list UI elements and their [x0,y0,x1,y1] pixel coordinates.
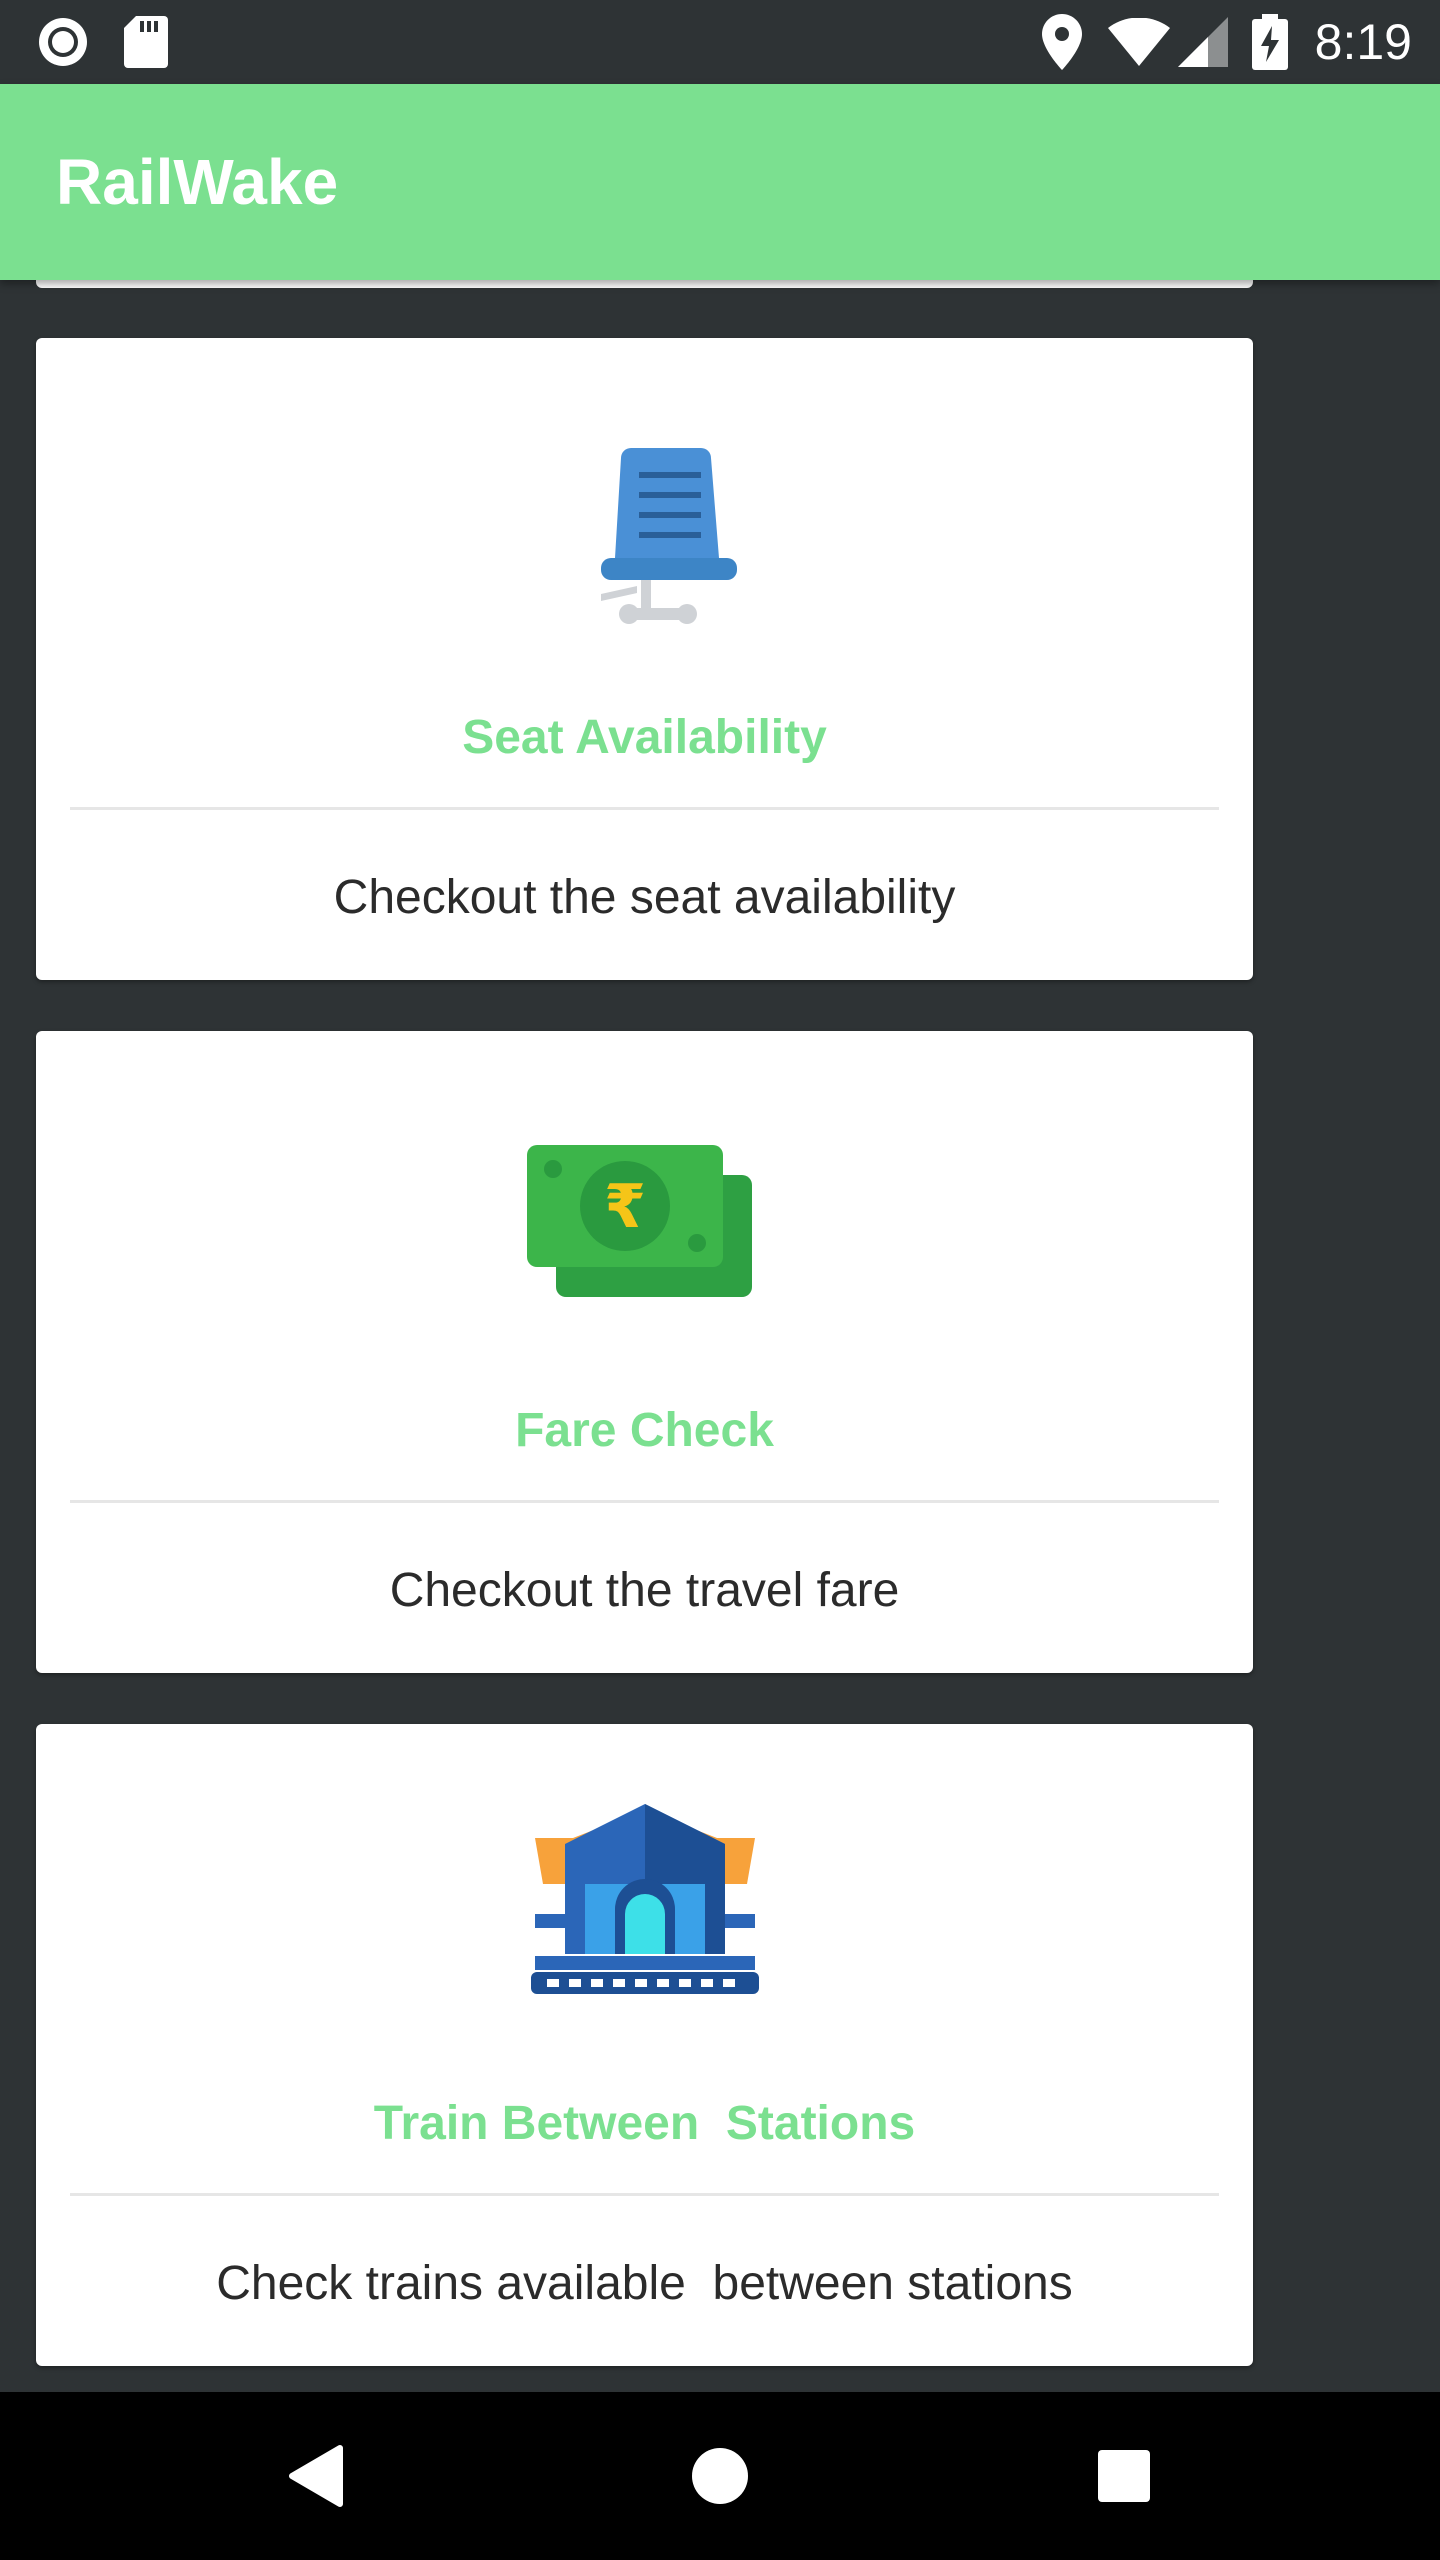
card-divider [70,1500,1219,1503]
wifi-icon [1108,0,1170,84]
money-icon: ₹ [36,1081,1253,1321]
card-list[interactable]: Seat Availability Checkout the seat avai… [0,280,1440,2392]
app-bar: RailWake [0,84,1440,280]
home-icon[interactable] [660,2392,780,2560]
card-title: Fare Check [515,1404,774,1457]
card-divider [70,2193,1219,2196]
status-bar: 8:19 [0,0,1440,84]
navigation-bar [0,2392,1440,2560]
sd-card-icon [124,0,168,84]
record-icon [36,0,90,84]
seat-availability-card[interactable]: Seat Availability Checkout the seat avai… [36,338,1253,980]
previous-card-edge [36,280,1253,288]
card-description: Checkout the seat availability [333,871,956,924]
status-time: 8:19 [1314,14,1412,70]
svg-text:₹: ₹ [604,1172,646,1242]
fare-check-card[interactable]: ₹ Fare Check Checkout the travel fare [36,1031,1253,1673]
card-divider [70,807,1219,810]
recents-icon[interactable] [1064,2392,1184,2560]
card-description: Checkout the travel fare [389,1564,900,1617]
card-title: Seat Availability [462,711,827,764]
train-between-stations-card[interactable]: Train Between Stations Check trains avai… [36,1724,1253,2366]
card-title: Train Between Stations [373,2097,916,2150]
signal-icon [1178,0,1228,84]
app-title: RailWake [56,146,339,218]
battery-charging-icon [1252,0,1288,84]
seat-icon [36,388,1253,628]
card-description: Check trains available between stations [216,2257,1073,2310]
back-icon[interactable] [256,2392,376,2560]
location-icon [1042,0,1082,84]
station-icon [36,1774,1253,2014]
